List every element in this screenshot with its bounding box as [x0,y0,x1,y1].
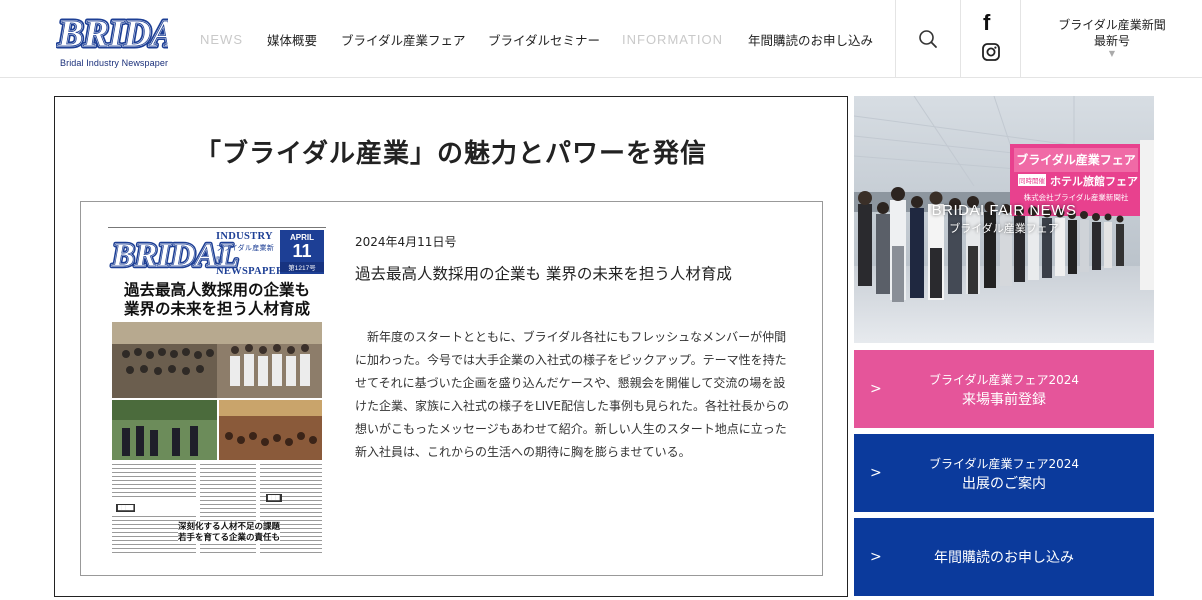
latest-issue-dropdown[interactable]: ブライダル産業新聞 最新号 ▼ [1022,0,1202,78]
cover-masthead-line3: NEWSPAPER [216,266,284,277]
fair-exhibitor-info-line1: ブライダル産業フェア2024 [928,457,1080,471]
fair-sign-org: 株式会社ブライダル産業新聞社 [1024,192,1129,202]
nav-bridal-fair[interactable]: ブライダル産業フェア [341,0,466,78]
chevron-down-icon: ▼ [1108,49,1116,58]
fair-sign-line2: ホテル旅館フェア [1050,174,1138,188]
cover-masthead-line2: ブライダル産業新聞 [216,244,275,264]
issue-date: 2024年4月11日号 [355,235,457,249]
cover-text-column [112,464,196,500]
search-button[interactable] [895,0,961,78]
cover-section-tag: ▇▇▇ [266,494,282,502]
bridal-logo-icon: BRIDAL BRIDAL BRIDAL [56,11,168,57]
fair-caption-ja: ブライダル産業フェア [949,222,1059,235]
nav-information[interactable]: INFORMATION [622,0,723,78]
site-header: BRIDAL BRIDAL BRIDAL Bridal Industry New… [0,0,1202,78]
featured-issue-card: 「ブライダル産業」の魅力とパワーを発信 BRIDAL BRIDAL BRIDAL… [54,96,848,597]
cover-sub-headline-line1: 深刻化する人材不足の課題 [178,522,281,532]
fair-visitor-registration-line1: ブライダル産業フェア2024 [928,373,1080,387]
nav-bridal-seminar[interactable]: ブライダルセミナー [488,0,600,78]
cover-ceremony-photo [112,400,217,460]
svg-text:BRIDAL: BRIDAL [57,13,168,55]
cover-sub-headline-line2: 若手を育てる企業の責任も [178,533,281,543]
cover-day: 11 [292,241,312,261]
cover-issue-number: 第1217号 [280,262,324,272]
article-summary: 新年度のスタートとともに、ブライダル各社にもフレッシュなメンバーが仲間に加わった… [355,330,790,459]
logo-subtitle: Bridal Industry Newspaper [60,58,169,68]
search-icon [919,30,937,48]
cover-hall-photo [219,400,322,460]
nav-news-label: NEWS [200,31,243,47]
nav-subscription-label: 年間購読のお申し込み [748,32,874,48]
nav-bridal-seminar-label: ブライダルセミナー [488,32,601,48]
fair-exhibitor-info-button[interactable]: > ブライダル産業フェア2024 出展のご案内 [854,434,1154,512]
bridal-fair-news-banner[interactable]: ブライダル産業フェア 同時開催 ホテル旅館フェア 株式会社ブライダル産業新聞社 [854,96,1154,343]
latest-issue-line2: 最新号 [1093,34,1130,48]
newspaper-cover-image[interactable]: BRIDAL BRIDAL BRIDAL INDUSTRY ブライダル産業新聞 … [108,220,326,556]
nav-media-overview-label: 媒体概要 [267,32,318,48]
cover-date-box: APRIL 11 第1217号 [280,230,324,274]
fair-sign-line1: ブライダル産業フェア [1016,152,1136,167]
cover-masthead: INDUSTRY ブライダル産業新聞 NEWSPAPER [216,231,284,277]
fair-caption-en: BRIDAI FAIR NEWS [931,202,1077,219]
fair-exhibitor-info-line2: 出展のご案内 [962,476,1046,492]
instagram-icon[interactable] [982,43,1000,61]
cover-title: 過去最高人数採用の企業も 業界の未来を担う人材育成 [112,280,322,318]
cover-title-line2: 業界の未来を担う人材育成 [123,299,310,318]
latest-issue-line1: ブライダル産業新聞 [1058,18,1166,32]
fair-sign-small: 同時開催 [1019,176,1046,185]
cover-group-photo [112,322,322,398]
cover-masthead-line1: INDUSTRY [216,231,273,242]
nav-media-overview[interactable]: 媒体概要 [267,0,317,78]
facebook-icon[interactable]: f [983,10,990,36]
cover-title-line1: 過去最高人数採用の企業も [123,280,310,299]
social-links: f [961,0,1021,78]
article-title[interactable]: 過去最高人数採用の企業も 業界の未来を担う人材育成 [355,262,795,287]
annual-subscription-label: 年間購読のお申し込み [934,550,1074,566]
nav-information-label: INFORMATION [622,31,724,47]
cover-sub-headline: 深刻化する人材不足の課題 若手を育てる企業の責任も [178,522,281,544]
nav-news[interactable]: NEWS [200,0,243,78]
fair-visitor-registration-button[interactable]: > ブライダル産業フェア2024 来場事前登録 [854,350,1154,428]
latest-issue-panel[interactable]: BRIDAL BRIDAL BRIDAL INDUSTRY ブライダル産業新聞 … [80,201,823,576]
site-logo[interactable]: BRIDAL BRIDAL BRIDAL Bridal Industry New… [56,10,168,72]
nav-bridal-fair-label: ブライダル産業フェア [341,32,466,48]
fair-photo-caption: BRIDAI FAIR NEWS ブライダル産業フェア [854,202,1154,236]
annual-subscription-button[interactable]: > 年間購読のお申し込み [854,518,1154,596]
nav-subscription[interactable]: 年間購読のお申し込み [748,0,873,78]
cover-section-tag: ▇▇▇▇ [116,504,136,512]
page-headline: 「ブライダル産業」の魅力とパワーを発信 [195,139,707,169]
fair-visitor-registration-line2: 来場事前登録 [962,392,1046,408]
